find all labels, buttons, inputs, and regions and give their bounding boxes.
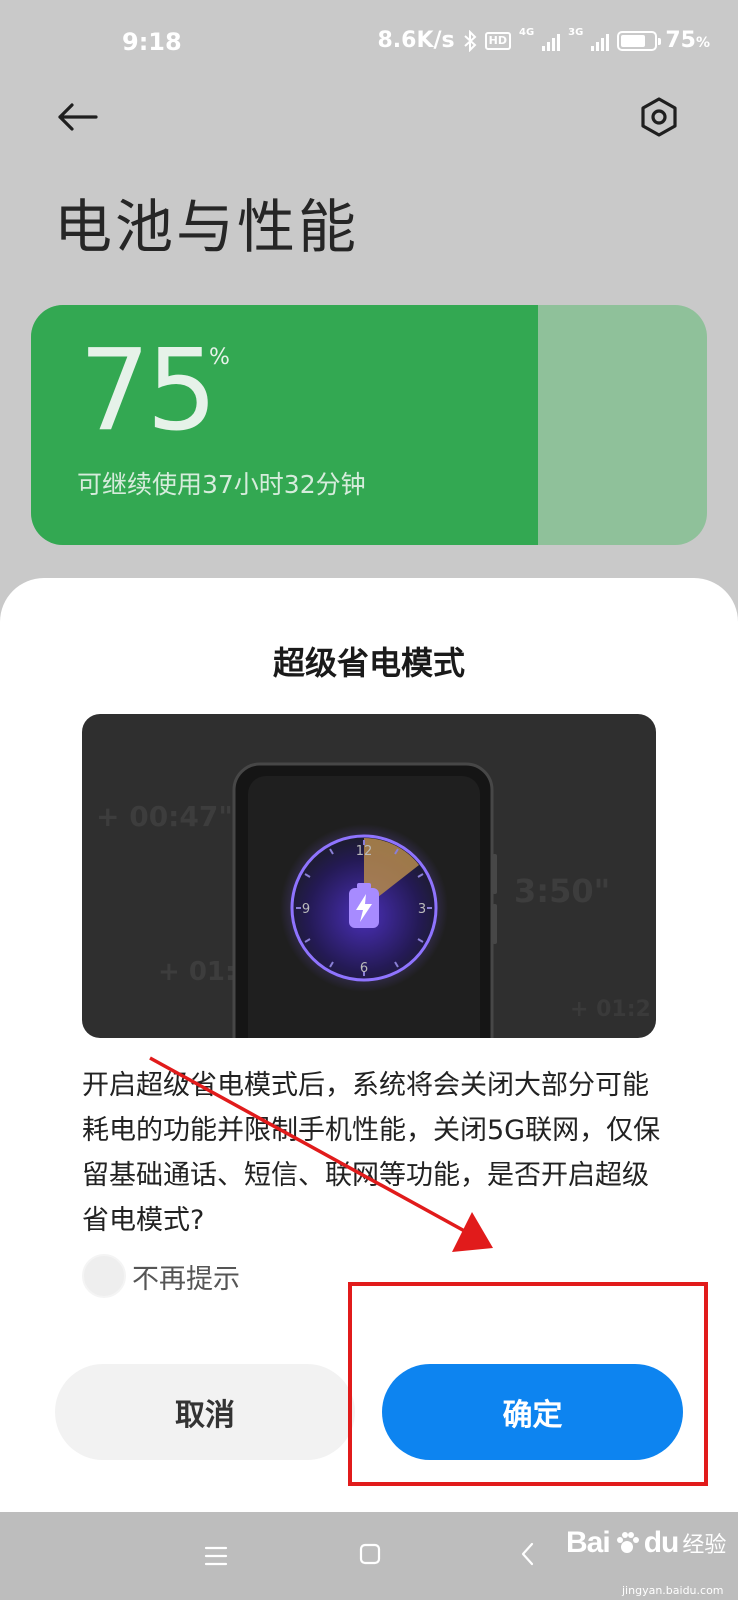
lap-text: + 01:2 xyxy=(570,997,651,1022)
nav-back-button[interactable] xyxy=(510,1536,546,1572)
network-speed: 8.6K/s xyxy=(377,28,455,53)
battery-icon xyxy=(617,30,662,51)
menu-icon xyxy=(204,1546,228,1566)
sim2-network-tag: 3G xyxy=(568,27,584,38)
clock-number: 6 xyxy=(360,961,368,976)
arrow-left-icon xyxy=(58,103,98,131)
dont-remind-label: 不再提示 xyxy=(132,1263,240,1295)
nav-home-button[interactable] xyxy=(352,1536,388,1572)
cancel-button[interactable]: 取消 xyxy=(55,1364,355,1460)
sim1-network-tag: 4G xyxy=(519,27,535,38)
battery-percent-sign: % xyxy=(209,345,230,370)
dont-remind-option[interactable]: 不再提示 xyxy=(82,1254,240,1298)
bluetooth-icon xyxy=(463,29,477,52)
hexagon-gear-icon xyxy=(641,97,677,137)
battery-remaining-time: 可继续使用37小时32分钟 xyxy=(77,470,366,499)
battery-bolt-icon xyxy=(349,883,379,928)
page-title: 电池与性能 xyxy=(54,193,360,261)
dialog-title: 超级省电模式 xyxy=(272,644,465,682)
dialog-body-text: 开启超级省电模式后，系统将会关闭大部分可能耗电的功能并限制手机性能，关闭5G联网… xyxy=(82,1070,661,1236)
settings-button[interactable] xyxy=(632,90,686,144)
phone-side-button xyxy=(492,854,497,894)
power-saving-illustration: + 00:47" 3:50" + 01:2 + 01:2 12 3 6 9 xyxy=(82,714,656,1038)
lap-text: 3:50" xyxy=(514,872,610,910)
watermark-logo-text: Bai xyxy=(566,1526,611,1559)
back-button[interactable] xyxy=(52,92,102,142)
lap-text: + 00:47" xyxy=(96,800,233,833)
phone-side-button xyxy=(492,904,497,944)
battery-card[interactable]: 75 % 可继续使用37小时32分钟 xyxy=(31,305,707,545)
chevron-left-icon xyxy=(521,1542,534,1566)
watermark-logo-suffix: du xyxy=(643,1526,680,1559)
dont-remind-checkbox[interactable] xyxy=(82,1254,126,1298)
illustration-graphic: + 00:47" 3:50" + 01:2 + 01:2 12 3 6 9 xyxy=(96,762,651,1038)
signal-icon xyxy=(591,31,610,51)
nav-menu-button[interactable] xyxy=(198,1538,234,1574)
home-square-icon xyxy=(359,1543,381,1565)
confirm-button[interactable]: 确定 xyxy=(382,1364,683,1460)
watermark-jingyan: 经验 xyxy=(682,1533,727,1558)
clock-number: 9 xyxy=(302,902,310,917)
super-power-saving-dialog: 超级省电模式 + 00:47" 3:50" + 01:2 + 01:2 12 3… xyxy=(0,578,738,1512)
clock-number: 12 xyxy=(356,844,373,859)
watermark-url: jingyan.baidu.com xyxy=(622,1584,724,1597)
screen: 9:18 8.6K/s HD 4G 3G 75% 电池与性能 75 % 可继续使… xyxy=(0,0,738,1600)
battery-percent-text: 75% xyxy=(665,28,710,53)
status-bar: 9:18 8.6K/s HD 4G 3G 75% xyxy=(0,0,738,86)
hd-badge: HD xyxy=(484,31,511,50)
battery-percent: 75 xyxy=(79,326,218,456)
baidu-paw-icon xyxy=(616,1532,639,1553)
signal-icon xyxy=(542,31,561,51)
baidu-watermark: Bai du 经验 xyxy=(566,1526,726,1560)
status-indicators: 8.6K/s HD 4G 3G 75% xyxy=(377,27,711,54)
status-time: 9:18 xyxy=(122,28,182,56)
clock-number: 3 xyxy=(418,902,426,917)
